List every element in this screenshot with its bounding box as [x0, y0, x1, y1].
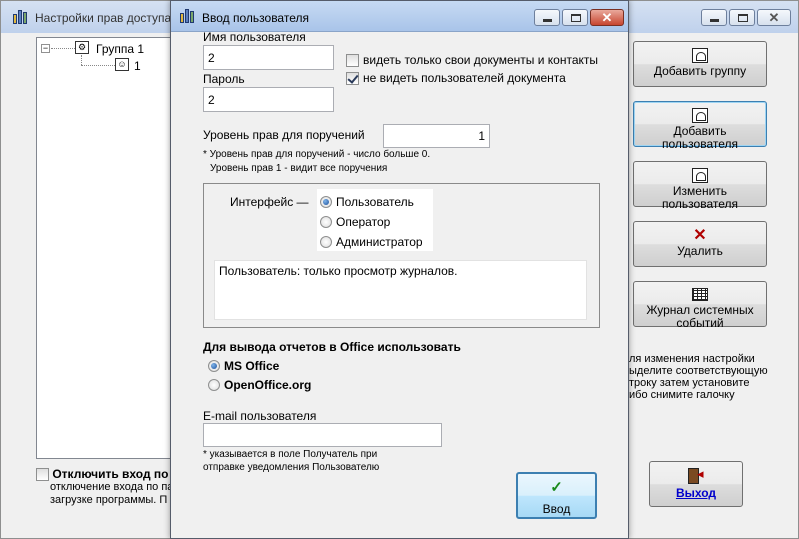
own-docs-option[interactable]: видеть только свои документы и контакты — [346, 53, 598, 67]
username-label: Имя пользователя — [203, 30, 306, 44]
rights-level-label: Уровень прав для поручений — [203, 128, 365, 142]
edit-user-icon — [692, 168, 708, 183]
hide-users-checkbox[interactable] — [346, 71, 359, 85]
password-label: Пароль — [203, 72, 245, 86]
office-option-oo[interactable]: OpenOffice.org — [208, 378, 311, 392]
disable-login-section: Отключить вход по отключение входа по па… — [36, 467, 176, 507]
password-input[interactable] — [203, 87, 334, 112]
delete-button[interactable]: ✕ Удалить — [633, 221, 767, 267]
email-label: E-mail пользователя — [203, 409, 317, 423]
exit-label: Выход — [675, 486, 717, 500]
maximize-icon — [571, 14, 581, 22]
delete-icon: ✕ — [693, 227, 707, 244]
bg-close-button[interactable]: ✕ — [757, 9, 791, 26]
edit-user-label: Изменить пользователя — [662, 184, 738, 211]
interface-option-user[interactable]: Пользователь — [320, 195, 414, 209]
enter-button[interactable]: ✓ Ввод — [516, 472, 597, 519]
hide-users-option[interactable]: не видеть пользователей документа — [346, 71, 566, 85]
edit-user-button[interactable]: Изменить пользователя — [633, 161, 767, 211]
add-group-label: Добавить группу — [653, 64, 747, 78]
exit-door-icon — [688, 466, 704, 484]
tree-collapse-toggle[interactable]: − — [41, 44, 50, 53]
interface-option-admin-label: Администратор — [336, 235, 423, 249]
help-line-1: ля изменения настройки — [629, 353, 755, 365]
maximize-icon — [738, 14, 748, 22]
disable-login-note-2: загрузке программы. П — [50, 494, 168, 507]
minimize-icon — [543, 19, 552, 22]
office-option-ms-label: MS Office — [224, 359, 280, 373]
help-line-4: ибо снимите галочку — [629, 389, 735, 401]
interface-radio-group: Пользователь Оператор Администратор — [317, 189, 433, 251]
add-user-icon — [692, 108, 708, 123]
interface-group: Интерфейс — Пользователь Оператор Админи… — [203, 183, 600, 328]
interface-radio-operator[interactable] — [320, 216, 332, 228]
office-radio-ms[interactable] — [208, 360, 220, 372]
add-group-icon — [692, 48, 708, 63]
help-line-2: ыделите соответствующую — [629, 365, 768, 377]
close-icon: ✕ — [601, 10, 613, 25]
own-docs-label: видеть только свои документы и контакты — [363, 53, 599, 67]
system-journal-button[interactable]: Журнал системных событий — [633, 281, 767, 330]
dialog-app-icon — [180, 9, 196, 23]
office-radio-oo[interactable] — [208, 379, 220, 391]
email-input[interactable] — [203, 423, 442, 447]
disable-login-checkbox[interactable] — [36, 468, 49, 482]
dialog-maximize-button[interactable] — [562, 9, 588, 26]
tree-item-group[interactable]: Группа 1 — [96, 42, 144, 56]
hide-users-label: не видеть пользователей документа — [363, 71, 566, 85]
interface-label: Интерфейс — — [230, 195, 309, 209]
add-group-button[interactable]: Добавить группу — [633, 41, 767, 87]
interface-option-operator-label: Оператор — [336, 215, 391, 229]
rights-note-2: Уровень прав 1 - видит все поручения — [210, 163, 388, 174]
interface-radio-user[interactable] — [320, 196, 332, 208]
dialog-close-button[interactable]: ✕ — [590, 9, 624, 26]
close-icon: ✕ — [768, 10, 780, 25]
dialog-title: Ввод пользователя — [202, 11, 309, 25]
user-icon: ☺ — [115, 58, 129, 71]
dialog-titlebar: Ввод пользователя ✕ — [171, 1, 628, 32]
help-text: ля изменения настройки ыделите соответст… — [629, 353, 789, 401]
checkmark-icon: ✓ — [550, 479, 563, 496]
group-icon: ⚙ — [75, 41, 89, 54]
enter-button-label: Ввод — [542, 502, 571, 516]
interface-description: Пользователь: только просмотр журналов. — [214, 260, 587, 320]
rights-level-input[interactable] — [383, 124, 490, 148]
add-user-button[interactable]: Добавить пользователя — [633, 101, 767, 151]
interface-option-operator[interactable]: Оператор — [320, 215, 390, 229]
rights-tree[interactable]: − ⚙ Группа 1 ☺ 1 — [36, 37, 176, 459]
tree-item-user[interactable]: 1 — [134, 59, 141, 73]
bg-window-title: Настройки прав доступа — [35, 11, 172, 25]
office-option-ms[interactable]: MS Office — [208, 359, 279, 373]
interface-radio-admin[interactable] — [320, 236, 332, 248]
bg-minimize-button[interactable] — [701, 9, 727, 26]
exit-button[interactable]: Выход — [649, 461, 743, 507]
interface-option-user-label: Пользователь — [336, 195, 414, 209]
own-docs-checkbox[interactable] — [346, 53, 359, 67]
office-option-oo-label: OpenOffice.org — [224, 378, 312, 392]
app-icon — [13, 10, 29, 24]
email-note-2: отправке уведомления Пользователю — [203, 462, 380, 473]
disable-login-note-1: отключение входа по па — [50, 481, 174, 494]
dialog-minimize-button[interactable] — [534, 9, 560, 26]
disable-login-label: Отключить вход по — [52, 467, 169, 481]
system-journal-label-2: событий — [676, 316, 724, 330]
office-label: Для вывода отчетов в Office использовать — [203, 340, 461, 354]
interface-option-admin[interactable]: Администратор — [320, 235, 423, 249]
help-line-3: троку затем установите — [629, 377, 750, 389]
email-note-1: * указывается в поле Получатель при — [203, 449, 378, 460]
add-user-label: Добавить пользователя — [662, 124, 738, 151]
minimize-icon — [710, 19, 719, 22]
user-input-dialog: Ввод пользователя ✕ Имя пользователя Пар… — [170, 0, 629, 539]
journal-icon — [692, 288, 708, 301]
rights-note-1: * Уровень прав для поручений - число бол… — [203, 149, 431, 160]
username-input[interactable] — [203, 45, 334, 70]
dialog-body: Имя пользователя Пароль видеть только св… — [177, 30, 622, 533]
bg-maximize-button[interactable] — [729, 9, 755, 26]
delete-label: Удалить — [677, 244, 723, 258]
